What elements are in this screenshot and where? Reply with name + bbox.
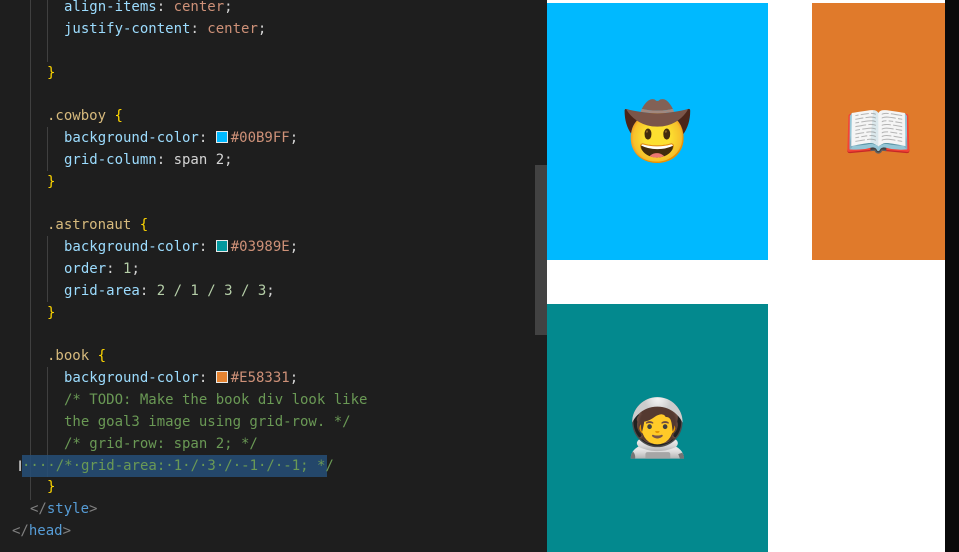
code-line[interactable]: background-color: #03989E; xyxy=(64,236,298,258)
css-property: background-color xyxy=(64,239,199,255)
code-line[interactable]: grid-area: 2 / 1 / 3 / 3; xyxy=(64,280,275,302)
color-swatch[interactable] xyxy=(215,371,228,383)
window-edge xyxy=(945,0,959,552)
indent-guide xyxy=(47,127,48,171)
text-cursor-icon: I xyxy=(18,459,23,475)
selected-comment: ····/*·grid-area:·1·/·3·/·-1·/·-1; xyxy=(22,458,309,474)
code-line[interactable]: .astronaut { xyxy=(47,214,148,236)
astronaut-cell: 🧑‍🚀 xyxy=(547,304,768,552)
code-comment[interactable]: /* grid-row: span 2; */ xyxy=(64,433,258,455)
code-line[interactable]: align-items: center; xyxy=(64,0,233,18)
astronaut-emoji-icon: 🧑‍🚀 xyxy=(622,396,693,461)
indent-guide xyxy=(47,0,48,62)
css-property: align-items xyxy=(64,0,157,15)
color-swatch[interactable] xyxy=(215,131,228,143)
css-value: #E58331 xyxy=(230,370,290,386)
code-line[interactable]: order: 1; xyxy=(64,258,140,280)
css-selector: .astronaut xyxy=(47,217,132,233)
css-value: center xyxy=(207,21,258,37)
css-property: grid-column xyxy=(64,152,157,168)
css-value: 2 / 1 / 3 / 3 xyxy=(156,283,267,299)
code-line[interactable]: } xyxy=(47,171,55,193)
css-value: span 2 xyxy=(173,152,225,168)
css-selector: .book xyxy=(47,348,90,364)
indent-guide xyxy=(30,0,31,500)
code-line[interactable]: .cowboy { xyxy=(47,105,123,127)
book-cell: 📖 xyxy=(812,3,945,260)
css-property: order xyxy=(64,261,107,277)
comment-end: */ xyxy=(308,458,334,474)
color-swatch[interactable] xyxy=(215,240,228,252)
brace: { xyxy=(114,108,123,124)
code-line[interactable]: background-color: #E58331; xyxy=(64,367,298,389)
code-comment[interactable]: /* TODO: Make the book div look like xyxy=(64,389,367,411)
code-line[interactable]: justify-content: center; xyxy=(64,18,266,40)
css-selector: .cowboy xyxy=(47,108,107,124)
indent-guide xyxy=(47,236,48,302)
book-emoji-icon: 📖 xyxy=(843,99,914,165)
code-line[interactable]: background-color: #00B9FF; xyxy=(64,127,298,149)
css-value: #00B9FF xyxy=(230,130,290,146)
css-value: #03989E xyxy=(230,239,290,255)
code-line[interactable]: </head> xyxy=(12,520,71,542)
editor-scrollbar[interactable] xyxy=(535,165,547,335)
code-line[interactable]: .book { xyxy=(47,345,106,367)
css-property: background-color xyxy=(64,370,199,386)
code-line[interactable]: </style> xyxy=(30,498,97,520)
code-editor[interactable]: align-items: center; justify-content: ce… xyxy=(0,0,547,552)
cowboy-emoji-icon: 🤠 xyxy=(622,99,693,165)
css-property: grid-area xyxy=(64,283,140,299)
brace: { xyxy=(97,348,107,364)
code-line-selected[interactable]: ····/*·grid-area:·1·/·3·/·-1·/·-1; */ xyxy=(22,455,334,477)
css-property: justify-content xyxy=(64,21,191,37)
css-value: center xyxy=(173,0,225,15)
cowboy-cell: 🤠 xyxy=(547,3,768,260)
code-line[interactable]: } xyxy=(47,62,55,84)
brace: { xyxy=(139,217,149,233)
code-comment[interactable]: the goal3 image using grid-row. */ xyxy=(64,411,351,433)
browser-preview: 🤠 📖 🧑‍🚀 xyxy=(547,0,945,552)
code-line[interactable]: } xyxy=(47,302,55,324)
css-property: background-color xyxy=(64,130,199,146)
code-line[interactable]: grid-column: span 2; xyxy=(64,149,233,171)
code-line[interactable]: } xyxy=(47,476,55,498)
